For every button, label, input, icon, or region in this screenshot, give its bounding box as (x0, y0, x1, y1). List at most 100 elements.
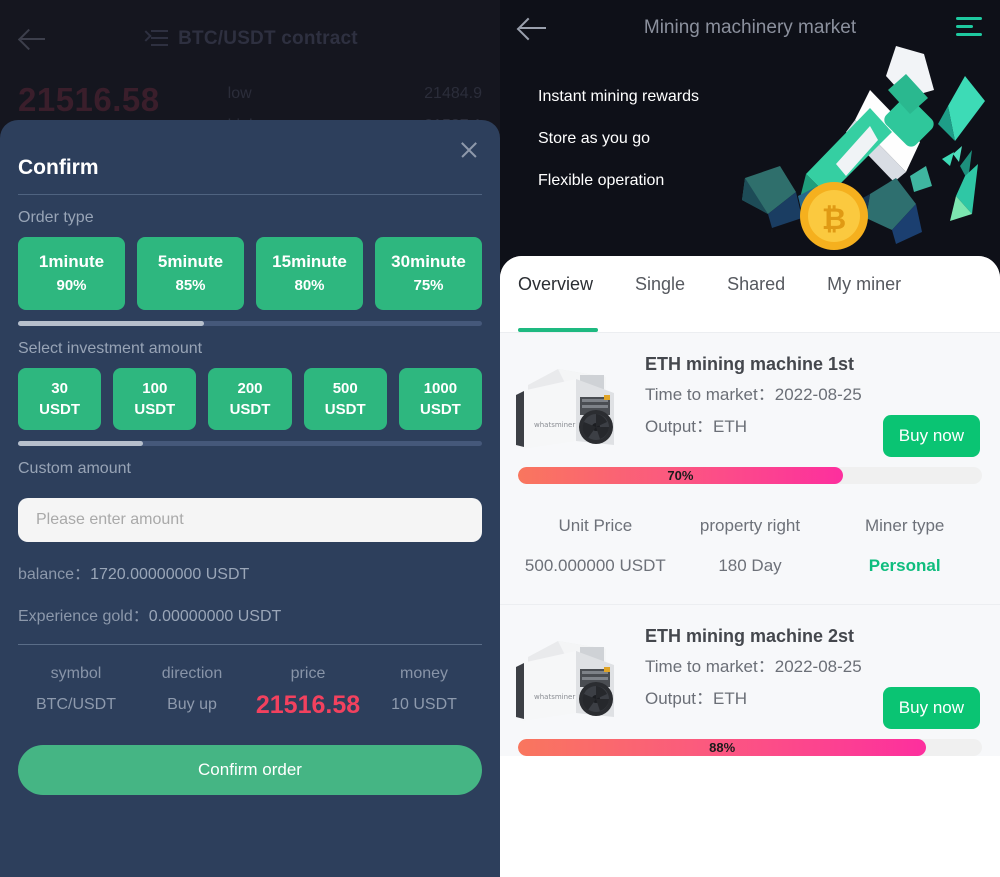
hamburger-menu-icon[interactable] (956, 16, 982, 38)
order-type-name: 15minute (272, 252, 347, 271)
miner-card: whatsminer ETH mining machine 1st Time t… (500, 332, 1000, 604)
tab-single[interactable]: Single (635, 274, 685, 332)
sold-progress-label: 88% (709, 740, 736, 755)
amount-unit: USDT (134, 401, 176, 418)
amount-option-30[interactable]: 30 USDT (18, 368, 102, 430)
balance-value: 1720.00000000 USDT (90, 566, 250, 583)
spec-col-unit-price: Unit Price 500.000000 USDT (518, 506, 673, 586)
order-type-option-5minute[interactable]: 5minute 85% (137, 237, 244, 310)
miner-card-top: whatsminer ETH mining machine 1st Time t… (500, 333, 1000, 463)
tab-bar: Overview Single Shared My miner (500, 256, 1000, 332)
left-panel-trading: BTC/USDT contract 21516.58 low 21484.9 h… (0, 0, 500, 877)
experience-gold-label: Experience gold： (18, 608, 149, 625)
ticker-stat-label: low (227, 85, 252, 102)
close-icon[interactable] (458, 139, 480, 161)
spec-header: property right (699, 516, 801, 535)
summary-col-price: price 21516.58 (250, 659, 366, 721)
summary-value: 10 USDT (391, 696, 457, 713)
time-value: 2022-08-25 (774, 657, 862, 676)
amount-value: 200 (237, 380, 263, 397)
sold-progress-bar: 70% (518, 467, 982, 484)
output-label: Output： (645, 417, 714, 436)
page-title: BTC/USDT contract (178, 28, 358, 49)
miner-time-to-market: Time to market：2022-08-25 (645, 651, 982, 683)
amount-option-100[interactable]: 100 USDT (113, 368, 197, 430)
order-type-option-30minute[interactable]: 30minute 75% (375, 237, 482, 310)
time-label: Time to market： (645, 385, 775, 404)
ticker-stat-row: low 21484.9 (228, 78, 482, 110)
amount-unit: USDT (419, 401, 461, 418)
sold-progress-label: 70% (667, 468, 694, 483)
confirm-order-button[interactable]: Confirm order (18, 745, 482, 795)
order-type-options: 1minute 90% 5minute 85% 15minute 80% 30m… (18, 237, 482, 310)
spec-col-property-right: property right 180 Day (673, 506, 828, 586)
tab-overview[interactable]: Overview (518, 274, 599, 332)
balance-label: balance： (18, 566, 91, 583)
summary-value-price: 21516.58 (255, 691, 361, 719)
ticker-stat-value: 21484.9 (424, 85, 482, 102)
spec-header: Unit Price (558, 516, 633, 535)
buy-now-button[interactable]: Buy now (882, 687, 980, 729)
modal-title: Confirm (18, 156, 99, 179)
order-summary: symbol BTC/USDT direction Buy up price 2… (18, 645, 482, 721)
hero-banner: Instant mining rewards Store as you go F… (500, 46, 1000, 256)
left-header: BTC/USDT contract (0, 0, 500, 78)
miner-time-to-market: Time to market：2022-08-25 (645, 379, 982, 411)
amount-option-1000[interactable]: 1000 USDT (398, 368, 483, 430)
miner-name: ETH mining machine 1st (645, 354, 855, 374)
order-type-rate: 75% (413, 277, 444, 294)
svg-text:₿: ₿ (822, 202, 846, 237)
order-type-option-15minute[interactable]: 15minute 80% (256, 237, 363, 310)
amount-option-200[interactable]: 200 USDT (208, 368, 292, 430)
time-value: 2022-08-25 (774, 385, 862, 404)
amount-unit: USDT (324, 401, 366, 418)
spec-value-miner-type: Personal (868, 556, 941, 575)
custom-amount-label: Custom amount (18, 460, 131, 477)
custom-amount-input[interactable] (36, 511, 464, 529)
spec-value: 500.000000 USDT (524, 556, 666, 575)
list-indent-icon[interactable] (140, 28, 169, 50)
spec-col-miner-type: Miner type Personal (827, 506, 982, 586)
investment-amount-label: Select investment amount (18, 340, 203, 357)
amount-value: 1000 (423, 380, 458, 397)
order-type-name: 5minute (157, 252, 224, 271)
order-type-option-1minute[interactable]: 1minute 90% (18, 237, 125, 310)
miner-spec-table: Unit Price 500.000000 USDT property righ… (500, 484, 1000, 604)
buy-now-button[interactable]: Buy now (882, 415, 980, 457)
mining-machine-image: whatsminer (516, 369, 614, 449)
order-type-rate: 90% (56, 277, 87, 294)
output-value: ETH (713, 417, 748, 436)
summary-col-symbol: symbol BTC/USDT (18, 659, 134, 721)
miner-card: whatsminer ETH mining machine 2st Time t… (500, 604, 1000, 756)
experience-gold-row: Experience gold：0.00000000 USDT (18, 584, 482, 626)
miner-name: ETH mining machine 2st (645, 626, 855, 646)
time-label: Time to market： (645, 657, 775, 676)
left-title-group: BTC/USDT contract (0, 0, 500, 78)
output-value: ETH (713, 689, 748, 708)
miner-card-list: whatsminer ETH mining machine 1st Time t… (500, 332, 1000, 756)
amount-option-500[interactable]: 500 USDT (303, 368, 387, 430)
amount-unit: USDT (39, 401, 81, 418)
app-screen: BTC/USDT contract 21516.58 low 21484.9 h… (0, 0, 1000, 877)
tab-shared[interactable]: Shared (727, 274, 785, 332)
confirm-modal: Confirm Order type 1minute 90% 5minute 8… (0, 120, 500, 877)
balance-row: balance：1720.00000000 USDT (18, 542, 482, 584)
custom-amount-field[interactable] (18, 498, 482, 542)
summary-header: price (290, 665, 326, 682)
summary-value: BTC/USDT (36, 696, 116, 713)
order-type-label: Order type (18, 209, 94, 226)
order-type-rate: 85% (175, 277, 206, 294)
investment-amount-options: 30 USDT 100 USDT 200 USDT 500 USDT 1000 (18, 368, 483, 430)
mining-machine-image: whatsminer (516, 641, 614, 721)
back-arrow-icon[interactable] (18, 24, 48, 54)
tab-my-miner[interactable]: My miner (827, 274, 901, 332)
spec-header: Miner type (864, 516, 945, 535)
order-type-rate: 80% (294, 277, 325, 294)
miner-card-top: whatsminer ETH mining machine 2st Time t… (500, 605, 1000, 735)
amount-value: 30 (51, 380, 68, 397)
ticker-price: 21516.58 (18, 81, 160, 118)
svg-text:whatsminer: whatsminer (534, 421, 575, 429)
summary-col-money: money 10 USDT (366, 659, 482, 721)
order-type-name: 30minute (391, 252, 466, 271)
amount-value: 100 (142, 380, 168, 397)
